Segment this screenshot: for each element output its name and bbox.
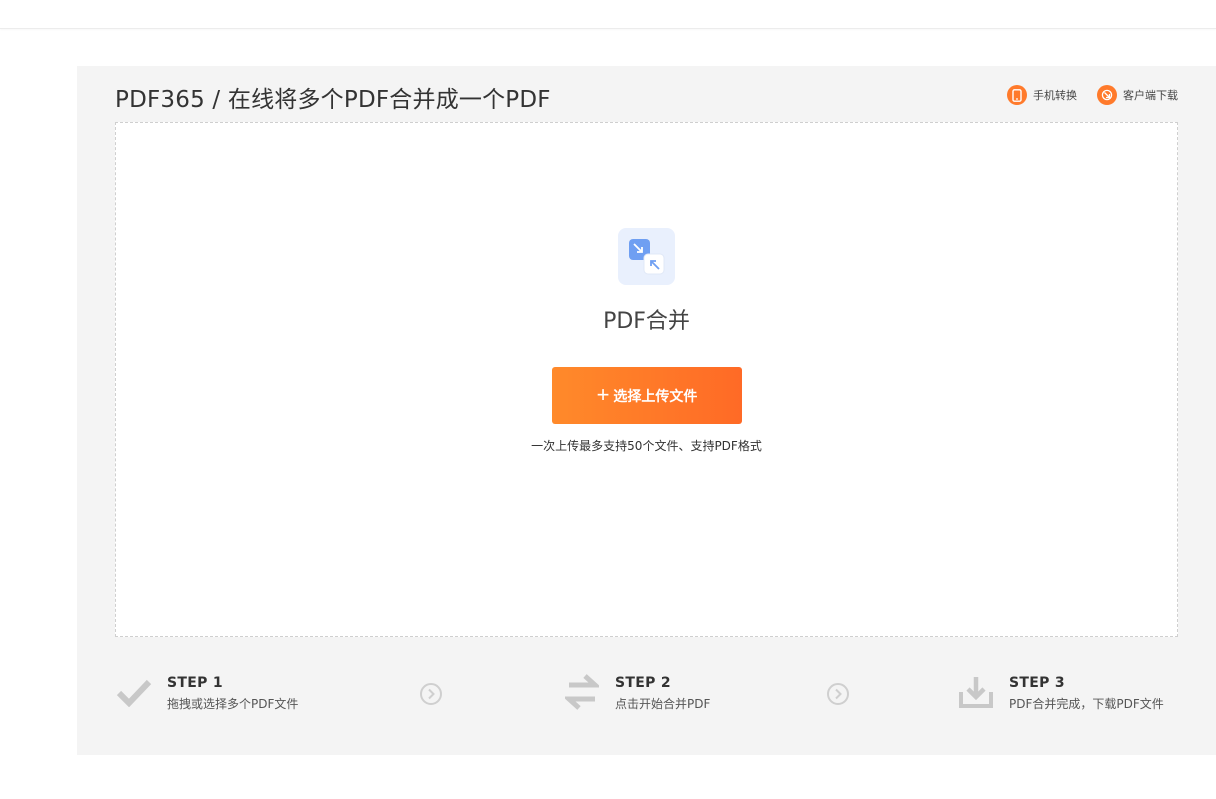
quick-links: 手机转换 客户端下载: [1007, 85, 1178, 105]
plus-icon: +: [596, 381, 610, 407]
upload-button-label: 选择上传文件: [613, 387, 698, 404]
step-3-desc: PDF合并完成，下载PDF文件: [1009, 697, 1164, 711]
step-2-title: STEP 2: [615, 675, 671, 691]
tool-name: PDF合并: [603, 309, 690, 334]
mobile-icon: [1007, 85, 1027, 105]
steps-bar: STEP 1 拖拽或选择多个PDF文件 STEP 2 点击开始合并PDF STE…: [115, 672, 1178, 722]
checkmark-icon: [115, 672, 153, 712]
chevron-right-icon: [419, 682, 443, 706]
mobile-convert-label: 手机转换: [1033, 89, 1077, 102]
top-navbar: [0, 0, 1216, 29]
step-3: STEP 3 PDF合并完成，下载PDF文件: [957, 672, 1164, 712]
upload-hint: 一次上传最多支持50个文件、支持PDF格式: [531, 439, 762, 453]
select-upload-button[interactable]: + 选择上传文件: [552, 367, 742, 424]
client-download-link[interactable]: 客户端下载: [1097, 85, 1178, 105]
step-2: STEP 2 点击开始合并PDF: [563, 672, 710, 712]
main-panel: PDF365 / 在线将多个PDF合并成一个PDF 手机转换 客户端下载 PDF…: [77, 66, 1216, 755]
step-1-desc: 拖拽或选择多个PDF文件: [167, 697, 299, 711]
step-3-title: STEP 3: [1009, 675, 1065, 691]
swap-arrows-icon: [563, 672, 601, 712]
step-1: STEP 1 拖拽或选择多个PDF文件: [115, 672, 298, 712]
client-download-label: 客户端下载: [1123, 89, 1178, 102]
download-tray-icon: [957, 672, 995, 712]
chevron-right-icon-2: [826, 682, 850, 706]
page-title: PDF365 / 在线将多个PDF合并成一个PDF: [115, 87, 551, 113]
download-client-icon: [1097, 85, 1117, 105]
step-1-title: STEP 1: [167, 675, 223, 691]
upload-dropzone[interactable]: PDF合并 + 选择上传文件 一次上传最多支持50个文件、支持PDF格式: [115, 122, 1178, 637]
step-2-desc: 点击开始合并PDF: [615, 697, 711, 711]
mobile-convert-link[interactable]: 手机转换: [1007, 85, 1077, 105]
pdf-merge-icon: [618, 228, 675, 285]
